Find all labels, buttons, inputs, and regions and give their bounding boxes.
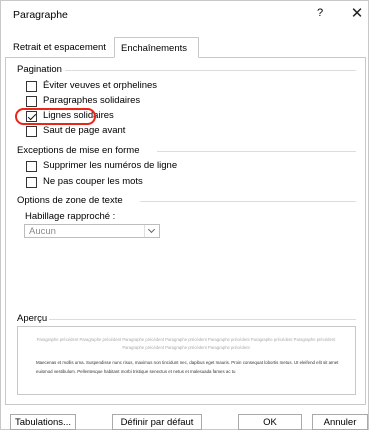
textbox-section-title: Options de zone de texte [17,195,123,206]
tab-retrait-espacement[interactable]: Retrait et espacement [10,38,113,58]
exceptions-section-title: Exceptions de mise en forme [17,145,140,156]
paragraph-dialog: Paragraphe ? ✕ Retrait et espacement Enc… [0,0,369,430]
widow-control-label: Éviter veuves et orphelines [43,80,158,91]
chevron-down-icon[interactable] [144,225,159,237]
ok-button[interactable]: OK [238,414,302,430]
preview-divider [49,319,356,320]
suppress-line-numbers-label: Supprimer les numéros de ligne [43,160,178,171]
textbox-divider [140,201,356,202]
help-button[interactable]: ? [313,7,327,23]
tab-enchainements[interactable]: Enchaînements [114,37,199,58]
close-button[interactable]: ✕ [349,4,365,24]
dialog-title: Paragraphe [13,9,68,21]
page-break-before-checkbox[interactable] [26,126,37,137]
dont-hyphenate-label: Ne pas couper les mots [43,176,143,187]
suppress-line-numbers-checkbox[interactable] [26,161,37,172]
pagination-section-title: Pagination [17,64,62,75]
set-as-default-button[interactable]: Définir par défaut [112,414,202,430]
preview-current-paragraph: Maecenas et mollis urna. Suspendisse nun… [36,360,339,374]
title-bar: Paragraphe ? ✕ [1,1,368,29]
page-break-before-label: Saut de page avant [43,125,126,136]
cancel-button[interactable]: Annuler [312,414,368,430]
tight-wrap-label: Habillage rapproché : [25,211,116,222]
widow-control-checkbox[interactable] [26,81,37,92]
pagination-divider [65,70,356,71]
preview-section-title: Aperçu [17,313,48,324]
keep-with-next-label: Paragraphes solidaires [43,95,141,106]
tight-wrap-select[interactable]: Aucun [24,224,160,238]
tabs-button[interactable]: Tabulations... [10,414,76,430]
annotation-highlight-ring [15,108,96,125]
exceptions-divider [157,151,356,152]
preview-previous-paragraph: Paragraphe précédent Paragraphe précéden… [36,337,336,350]
tight-wrap-value: Aucun [29,226,56,237]
keep-with-next-checkbox[interactable] [26,96,37,107]
dont-hyphenate-checkbox[interactable] [26,177,37,188]
preview-box: Paragraphe précédent Paragraphe précéden… [17,326,356,395]
